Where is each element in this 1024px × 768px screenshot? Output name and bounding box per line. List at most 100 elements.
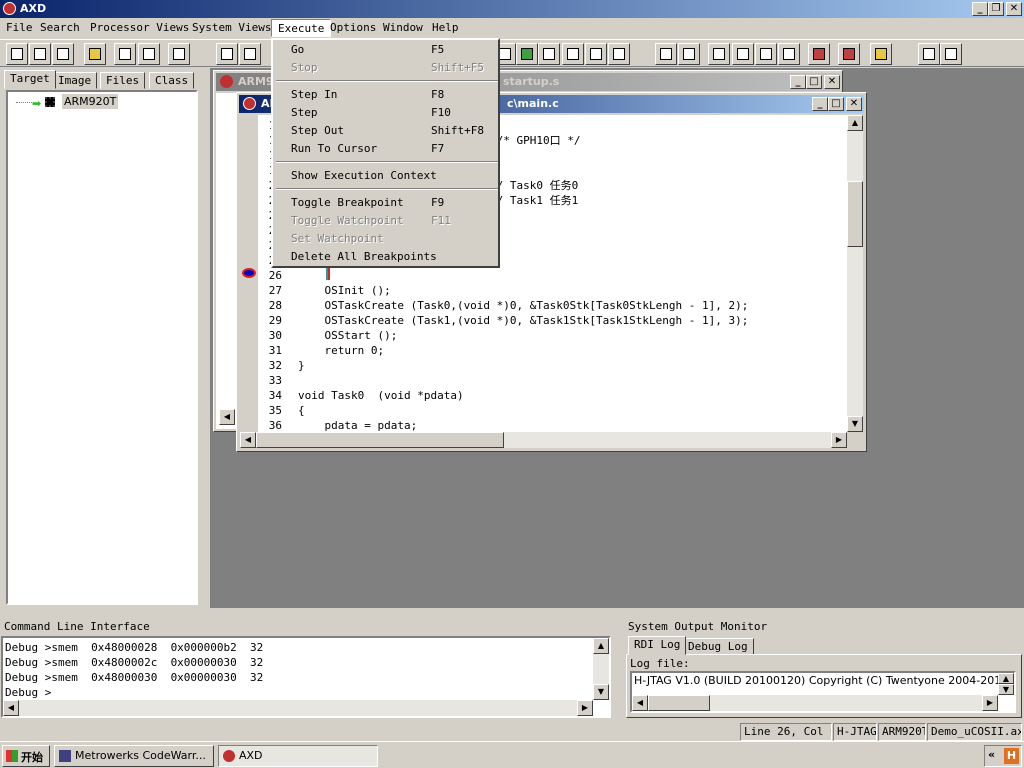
toolbar-btn-15[interactable] [608, 43, 630, 65]
cli-vscroll[interactable]: ▲ ▼ [593, 638, 609, 700]
context-help-icon[interactable] [940, 43, 962, 65]
toolbar-btn-3[interactable] [52, 43, 74, 65]
menu-system-views[interactable]: System Views [186, 19, 277, 37]
tab-files[interactable]: Files [100, 72, 146, 89]
tab-debug-log[interactable]: Debug Log [682, 638, 754, 655]
menu-processor-views[interactable]: Processor Views [84, 19, 195, 37]
tab-class[interactable]: Class [149, 72, 195, 89]
log-file-output[interactable]: H-JTAG V1.0 (BUILD 20100120) Copyright (… [630, 671, 1016, 713]
menu-item-show-execution-context[interactable]: Show Execution Context [276, 167, 496, 185]
scroll-left-arrow-icon[interactable]: ◀ [3, 700, 19, 716]
scroll-up-arrow-icon[interactable]: ▲ [998, 673, 1014, 684]
toolbar-btn-11[interactable] [516, 43, 538, 65]
menu-execute[interactable]: Execute [271, 19, 332, 37]
toolbar-btn-14[interactable] [585, 43, 607, 65]
menu-item-step[interactable]: Step F10 [276, 104, 496, 122]
breakpoint-icon[interactable] [838, 43, 860, 65]
tab-target[interactable]: Target [4, 70, 56, 89]
minimize-button[interactable]: _ [972, 2, 988, 16]
toolbar-btn-2[interactable] [29, 43, 51, 65]
restore-button[interactable]: ❐ [988, 2, 1004, 16]
code-line: OSInit (); [298, 284, 391, 297]
scroll-up-arrow-icon[interactable]: ▲ [847, 115, 863, 131]
line-number: 28 [268, 299, 282, 312]
tab-rdi-log[interactable]: RDI Log [628, 636, 687, 655]
menu-item-delete-all-breakpoints[interactable]: Delete All Breakpoints [276, 248, 496, 266]
main-c-maximize-button[interactable]: □ [828, 97, 844, 111]
scroll-right-arrow-icon[interactable]: ▶ [831, 432, 847, 448]
start-label: 开始 [21, 751, 43, 764]
menu-item-step-out[interactable]: Step Out Shift+F8 [276, 122, 496, 140]
scroll-right-arrow-icon[interactable]: ▶ [577, 700, 593, 716]
menu-options[interactable]: Options [324, 19, 382, 37]
menu-item-go[interactable]: Go F5 [276, 41, 496, 59]
menu-item-label: Stop [291, 61, 318, 74]
stop-icon[interactable] [678, 43, 700, 65]
menu-search[interactable]: Search [34, 19, 86, 37]
startup-minimize-button[interactable]: _ [790, 75, 806, 89]
tree-item-arm920t[interactable]: ARM920T [62, 94, 119, 109]
toolbar-btn-12[interactable] [538, 43, 560, 65]
toolbar-btn-5[interactable] [114, 43, 136, 65]
taskbar-task-codewarrior[interactable]: Metrowerks CodeWarr... [54, 745, 214, 767]
close-button[interactable]: ✕ [1006, 2, 1022, 16]
vscroll-thumb[interactable] [847, 181, 863, 247]
code-line: } [298, 359, 305, 372]
som-tab-body: Log file: H-JTAG V1.0 (BUILD 20100120) C… [626, 654, 1022, 718]
go-icon[interactable] [655, 43, 677, 65]
toolbar-btn-1[interactable] [6, 43, 28, 65]
hjtag-tray-icon[interactable]: H [1004, 748, 1019, 764]
log-hscroll[interactable]: ◀ ▶ [632, 695, 998, 711]
step-icon[interactable] [732, 43, 754, 65]
left-panel: Target Image Files Class ➡ ARM920T [2, 70, 204, 610]
toolbar-btn-8[interactable] [216, 43, 238, 65]
app-icon [3, 2, 16, 15]
scroll-up-arrow-icon[interactable]: ▲ [593, 638, 609, 654]
menu-file[interactable]: File [0, 19, 39, 37]
toolbar-btn-6[interactable] [138, 43, 160, 65]
help-icon[interactable] [918, 43, 940, 65]
line-number: 33 [268, 374, 282, 387]
menu-item-run-to-cursor[interactable]: Run To Cursor F7 [276, 140, 496, 158]
scroll-down-arrow-icon[interactable]: ▼ [998, 684, 1014, 695]
step-in-icon[interactable] [708, 43, 730, 65]
log-vscroll[interactable]: ▲ ▼ [998, 673, 1014, 695]
code-hscroll[interactable]: ◀ ▶ [240, 432, 847, 448]
menu-window[interactable]: Window [377, 19, 429, 37]
hourglass-icon[interactable] [870, 43, 892, 65]
tab-image[interactable]: Image [52, 72, 98, 89]
open-folder-icon[interactable] [84, 43, 106, 65]
startup-scroll-left[interactable]: ◀ [219, 409, 235, 425]
menu-item-step-in[interactable]: Step In F8 [276, 86, 496, 104]
toolbar-btn-9[interactable] [239, 43, 261, 65]
cli-panel: Command Line Interface Debug >smem 0x480… [0, 614, 616, 720]
line-number: 26 [268, 269, 282, 282]
menu-item-toggle-breakpoint[interactable]: Toggle Breakpoint F9 [276, 194, 496, 212]
step-out-icon[interactable] [755, 43, 777, 65]
main-c-minimize-button[interactable]: _ [812, 97, 828, 111]
startup-maximize-button[interactable]: □ [806, 75, 822, 89]
tray-expand-icon[interactable]: « [988, 748, 995, 761]
toolbar-btn-22[interactable] [808, 43, 830, 65]
hscroll-thumb[interactable] [256, 432, 504, 448]
start-button[interactable]: 开始 [2, 745, 50, 767]
code-line: OSTaskCreate (Task0,(void *)0, &Task0Stk… [298, 299, 749, 312]
line-number: 27 [268, 284, 282, 297]
menu-help[interactable]: Help [426, 19, 465, 37]
toolbar-btn-13[interactable] [562, 43, 584, 65]
startup-close-button[interactable]: ✕ [824, 75, 840, 89]
toolbar-btn-7[interactable] [168, 43, 190, 65]
log-hscroll-thumb[interactable] [648, 695, 710, 711]
cli-hscroll[interactable]: ◀ ▶ [3, 700, 593, 716]
scroll-right-arrow-icon[interactable]: ▶ [982, 695, 998, 711]
run-to-cursor-icon[interactable] [778, 43, 800, 65]
scroll-down-arrow-icon[interactable]: ▼ [593, 684, 609, 700]
code-vscroll[interactable]: ▲ ▼ [847, 115, 863, 432]
main-c-close-button[interactable]: ✕ [846, 97, 862, 111]
cli-output[interactable]: Debug >smem 0x48000028 0x000000b2 32 Deb… [1, 636, 611, 718]
scroll-down-arrow-icon[interactable]: ▼ [847, 416, 863, 432]
taskbar-task-axd[interactable]: AXD [218, 745, 378, 767]
arrow-icon: ➡ [32, 97, 42, 110]
scroll-left-arrow-icon[interactable]: ◀ [632, 695, 648, 711]
scroll-left-arrow-icon[interactable]: ◀ [240, 432, 256, 448]
